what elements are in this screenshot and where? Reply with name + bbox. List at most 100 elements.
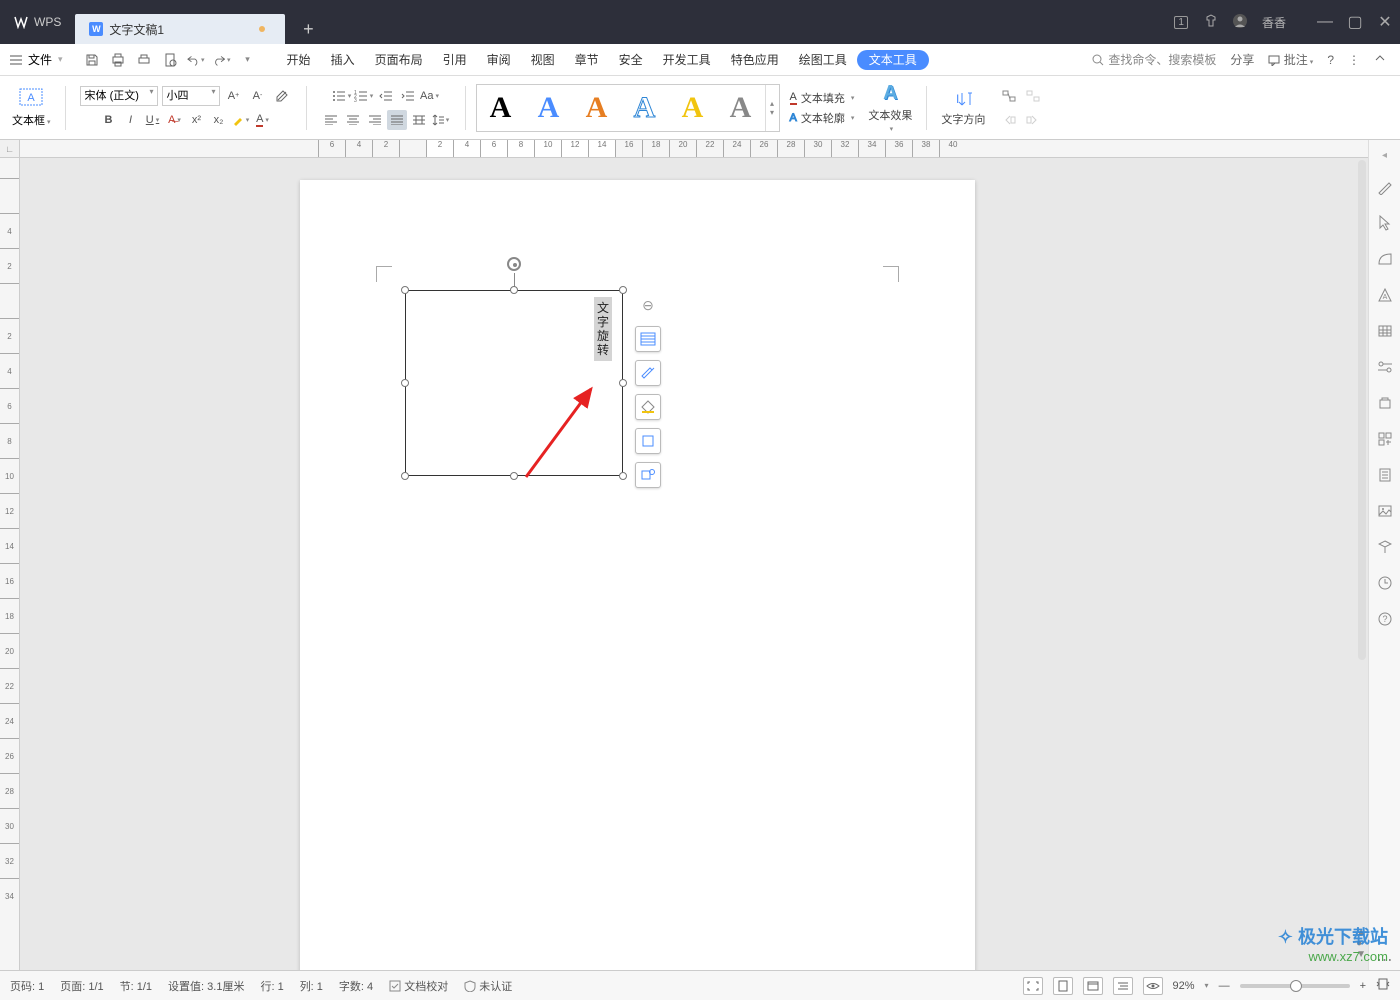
status-page-number[interactable]: 页码: 1 [10, 978, 44, 994]
resize-handle[interactable] [619, 286, 627, 294]
font-color-button[interactable]: A [253, 110, 273, 130]
vertical-scrollbar[interactable] [1358, 160, 1366, 660]
style-gallery-more-icon[interactable]: ▴▾ [765, 85, 779, 131]
web-layout-view-button[interactable] [1083, 977, 1103, 995]
ribbon-tab-文本工具[interactable]: 文本工具 [857, 50, 929, 70]
undo-button[interactable] [187, 51, 205, 69]
collapse-ribbon-icon[interactable] [1374, 52, 1386, 67]
status-position[interactable]: 设置值: 3.1厘米 [168, 978, 244, 994]
maximize-button[interactable]: ▢ [1340, 12, 1370, 32]
ribbon-tab-特色应用[interactable]: 特色应用 [721, 44, 789, 75]
file-menu-button[interactable]: 文件 ▾ [0, 44, 73, 75]
align-justify-button[interactable] [387, 110, 407, 130]
textbox-content[interactable]: 文字旋转 [594, 297, 612, 361]
notification-badge[interactable]: 1 [1174, 16, 1188, 29]
text-fill-button[interactable]: A文本填充 [790, 90, 855, 106]
status-row[interactable]: 行: 1 [260, 978, 283, 994]
app-brand[interactable]: WPS [0, 0, 75, 44]
highlight-button[interactable] [231, 110, 251, 130]
shape-panel-icon[interactable] [1375, 249, 1395, 269]
attachment-panel-icon[interactable] [1375, 393, 1395, 413]
select-tool-icon[interactable] [1375, 213, 1395, 233]
ribbon-tab-开发工具[interactable]: 开发工具 [653, 44, 721, 75]
outline-panel-icon[interactable]: A [1375, 285, 1395, 305]
shape-fill-button[interactable] [635, 394, 661, 420]
next-textbox-icon[interactable] [1023, 110, 1043, 130]
status-page[interactable]: 页面: 1/1 [60, 978, 103, 994]
security-panel-icon[interactable] [1375, 537, 1395, 557]
status-proofing[interactable]: 文档校对 [389, 978, 448, 994]
font-size-select[interactable]: 小四 [162, 86, 220, 106]
ribbon-tab-绘图工具[interactable]: 绘图工具 [789, 44, 857, 75]
component-panel-icon[interactable] [1375, 429, 1395, 449]
break-link-icon[interactable] [1023, 86, 1043, 106]
bold-button[interactable]: B [99, 110, 119, 130]
status-word-count[interactable]: 字数: 4 [339, 978, 373, 994]
shrink-font-button[interactable]: A- [248, 86, 268, 106]
link-textbox-icon[interactable] [999, 86, 1019, 106]
more-panels-icon[interactable]: ⋯ [1375, 950, 1395, 970]
distribute-button[interactable] [409, 110, 429, 130]
ribbon-tab-安全[interactable]: 安全 [609, 44, 653, 75]
close-button[interactable]: ✕ [1370, 12, 1400, 32]
text-direction-button[interactable]: I 文字方向 [941, 89, 985, 127]
grow-font-button[interactable]: A+ [224, 86, 244, 106]
export-pdf-icon[interactable] [161, 51, 179, 69]
more-shape-options-button[interactable] [635, 462, 661, 488]
settings-panel-icon[interactable] [1375, 357, 1395, 377]
shape-outline-button[interactable] [635, 428, 661, 454]
qat-customize-icon[interactable]: ▾ [239, 51, 257, 69]
style-preset-3[interactable]: A [573, 85, 621, 131]
number-list-button[interactable]: 123 [354, 86, 374, 106]
document-canvas[interactable]: 文字旋转 ⊖ [20, 158, 1368, 970]
zoom-out-button[interactable]: — [1219, 980, 1230, 992]
text-effects-button[interactable]: A 文本效果 [868, 82, 912, 133]
style-preset-1[interactable]: A [477, 85, 525, 131]
reading-view-button[interactable] [1143, 977, 1163, 995]
resize-handle[interactable] [619, 379, 627, 387]
change-case-button[interactable]: Aa [420, 86, 440, 106]
line-spacing-button[interactable] [431, 110, 451, 130]
status-auth[interactable]: 未认证 [464, 978, 512, 994]
outline-view-button[interactable] [1113, 977, 1133, 995]
subscript-button[interactable]: x₂ [209, 110, 229, 130]
user-avatar-icon[interactable] [1232, 13, 1248, 32]
underline-button[interactable]: U [143, 110, 163, 130]
style-preset-4[interactable]: A [621, 85, 669, 131]
align-right-button[interactable] [365, 110, 385, 130]
collapse-toolbar-button[interactable]: ⊖ [635, 292, 661, 318]
minimize-button[interactable]: — [1310, 12, 1340, 32]
italic-button[interactable]: I [121, 110, 141, 130]
resize-handle[interactable] [510, 472, 518, 480]
ribbon-tab-引用[interactable]: 引用 [433, 44, 477, 75]
style-preset-2[interactable]: A [525, 85, 573, 131]
zoom-slider[interactable] [1240, 984, 1350, 988]
resize-handle[interactable] [401, 286, 409, 294]
style-preset-6[interactable]: A [717, 85, 765, 131]
fullscreen-view-button[interactable] [1023, 977, 1043, 995]
panel-toggle-icon[interactable]: ◂ [1382, 150, 1387, 161]
page-panel-icon[interactable] [1375, 465, 1395, 485]
table-panel-icon[interactable] [1375, 321, 1395, 341]
image-panel-icon[interactable] [1375, 501, 1395, 521]
style-preset-5[interactable]: A [669, 85, 717, 131]
status-section[interactable]: 节: 1/1 [120, 978, 152, 994]
font-family-select[interactable]: 宋体 (正文) [80, 86, 158, 106]
fit-page-button[interactable] [1376, 978, 1390, 993]
format-painter-button[interactable] [635, 360, 661, 386]
share-button[interactable]: 分享 [1230, 51, 1254, 68]
redo-button[interactable] [213, 51, 231, 69]
ribbon-tab-章节[interactable]: 章节 [565, 44, 609, 75]
layout-options-button[interactable] [635, 326, 661, 352]
strike-button[interactable]: A̶ [165, 110, 185, 130]
pen-tool-icon[interactable] [1375, 177, 1395, 197]
more-icon[interactable]: ⋮ [1348, 53, 1360, 67]
prev-textbox-icon[interactable] [999, 110, 1019, 130]
bullet-list-button[interactable] [332, 86, 352, 106]
skin-icon[interactable] [1204, 14, 1218, 31]
help-panel-icon[interactable]: ? [1375, 609, 1395, 629]
selected-text-box[interactable]: 文字旋转 [405, 290, 623, 476]
help-icon[interactable]: ? [1327, 53, 1334, 67]
ribbon-tab-视图[interactable]: 视图 [521, 44, 565, 75]
annotate-button[interactable]: 批注 [1268, 51, 1313, 68]
